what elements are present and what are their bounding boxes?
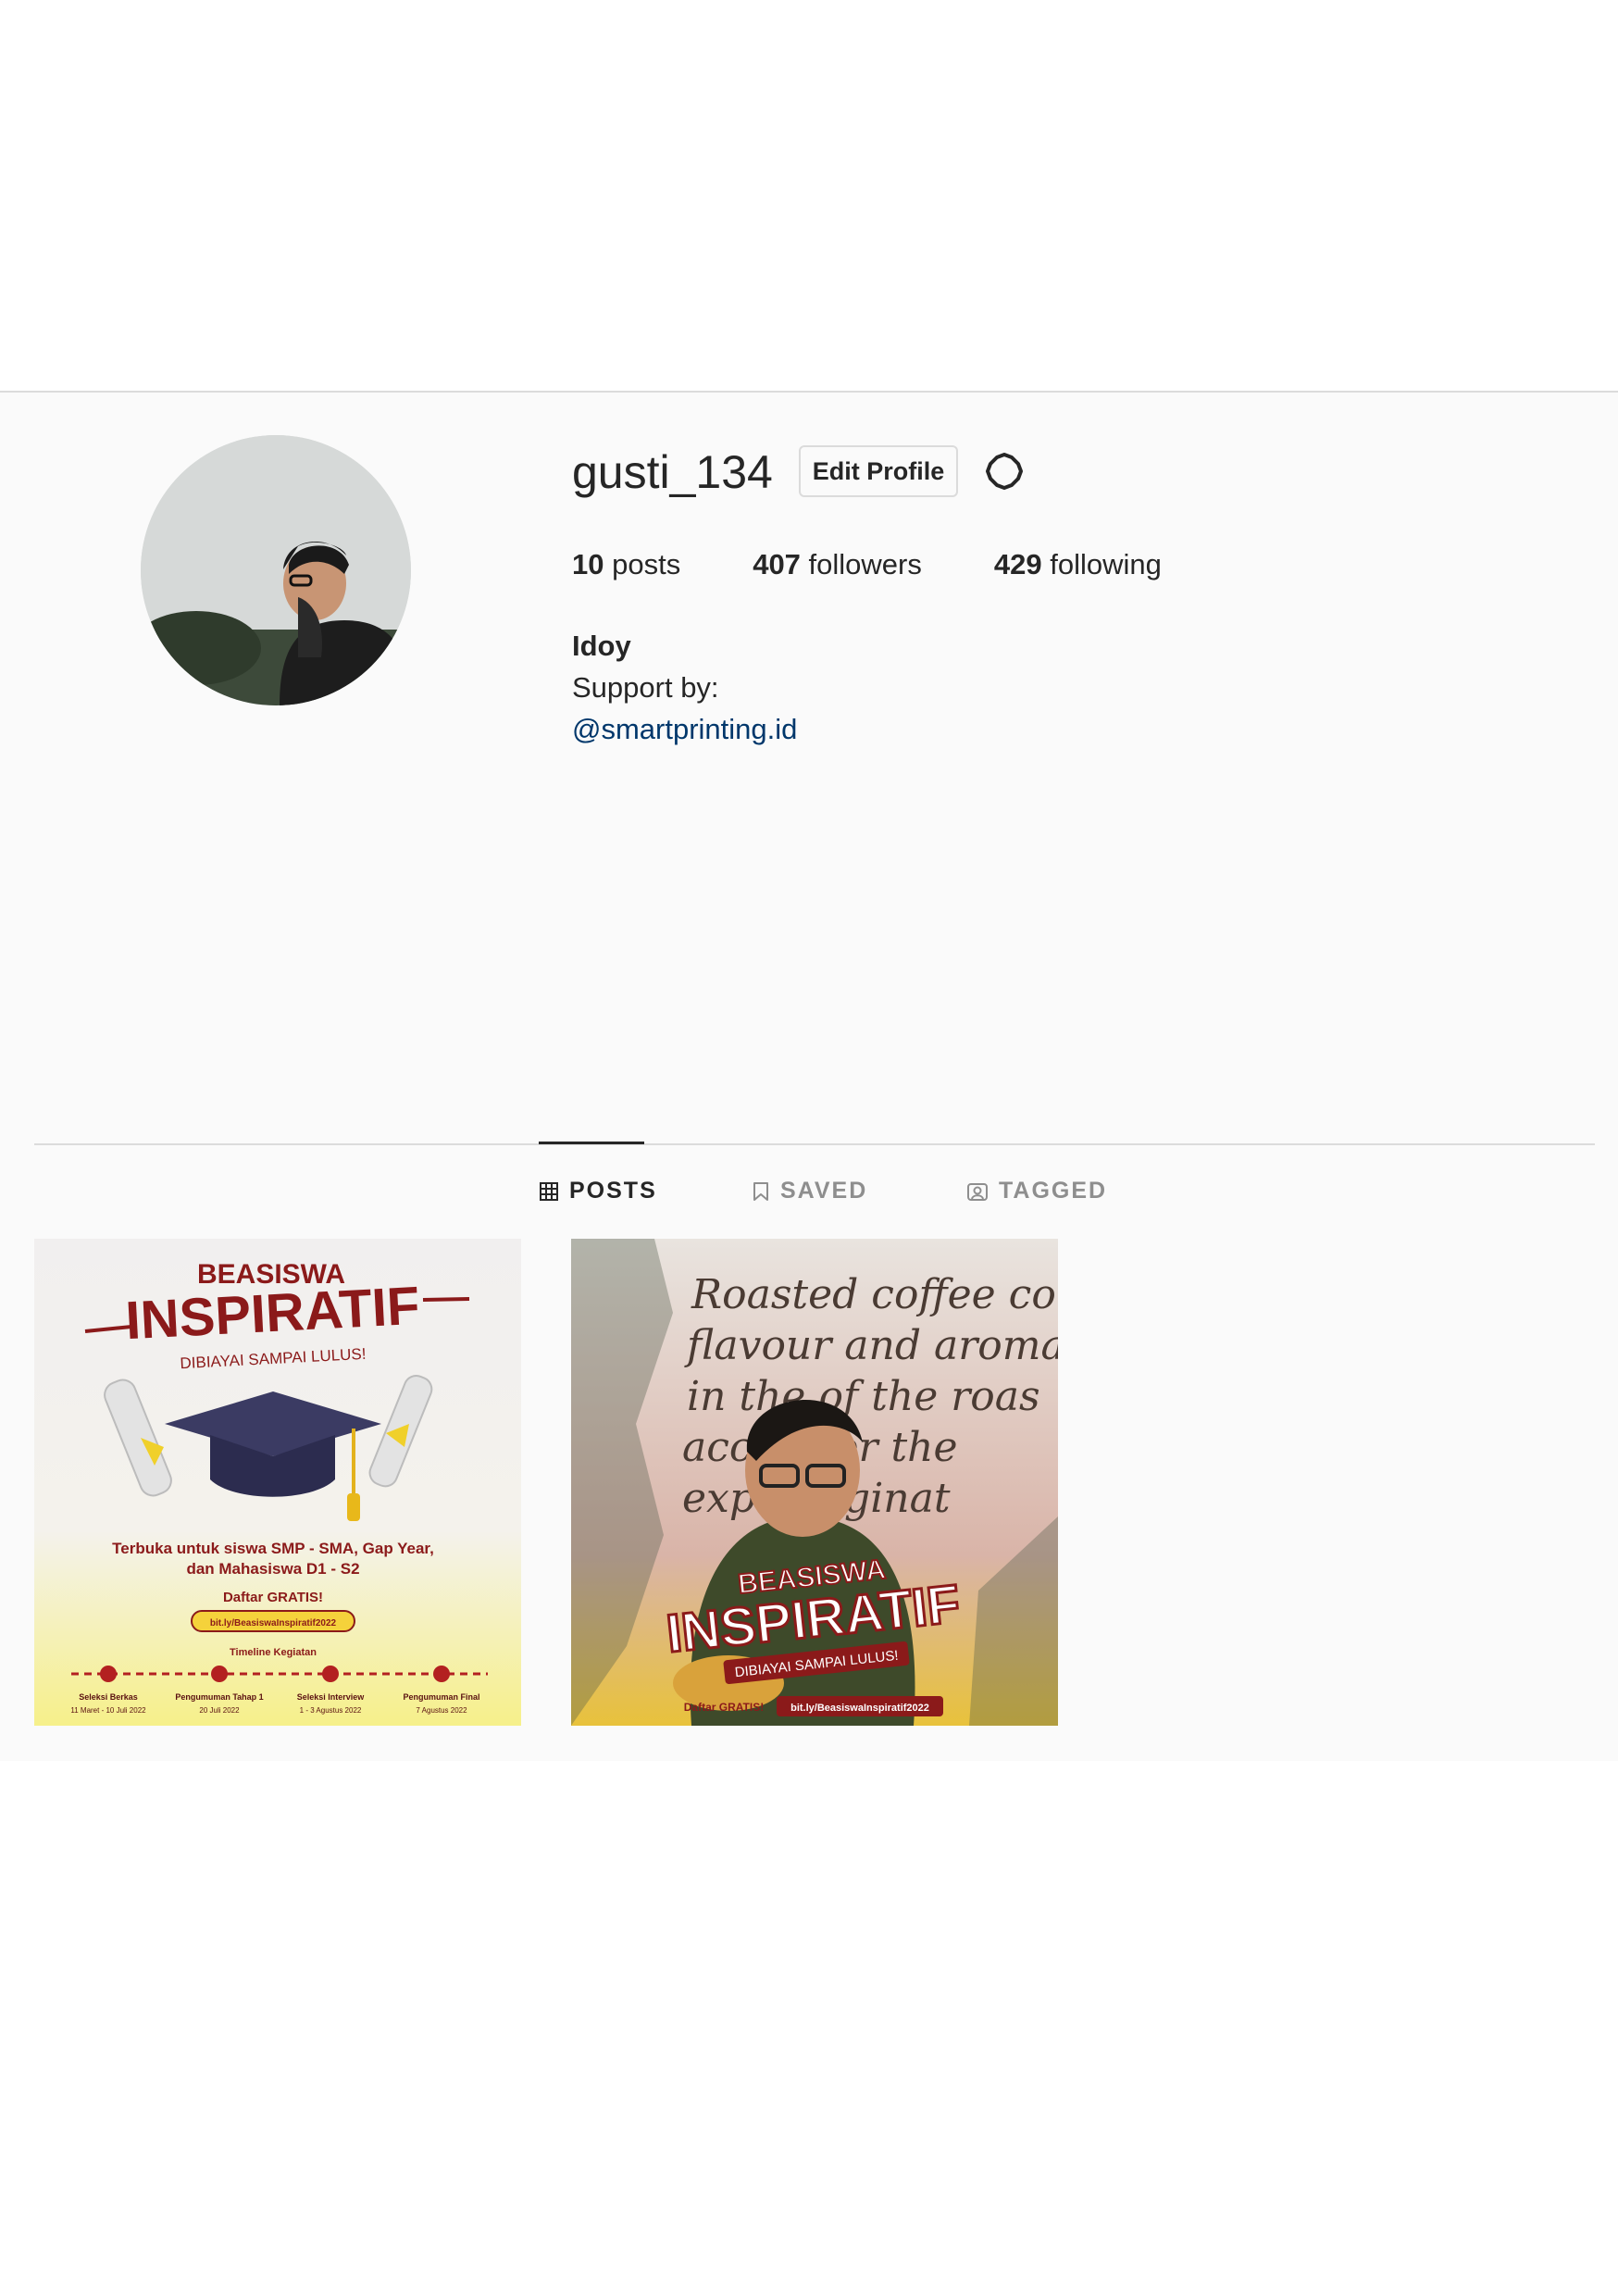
gear-icon[interactable]	[983, 450, 1026, 493]
following-count-value: 429	[993, 548, 1042, 580]
tab-posts-label: POSTS	[569, 1178, 657, 1204]
timeline-step-date: 20 Juli 2022	[199, 1706, 240, 1715]
post-thumbnail[interactable]: BEASISWA INSPIRATIF DIBIAYAI SAMPAI LULU…	[34, 1239, 521, 1726]
poster-daftar: Daftar GRATIS!	[223, 1590, 323, 1605]
overlay-link: bit.ly/BeasiswaInspiratif2022	[790, 1703, 929, 1714]
timeline-step-name: Pengumuman Tahap 1	[175, 1692, 263, 1702]
following-count-label: following	[1041, 548, 1162, 580]
tabs-divider	[34, 1143, 1595, 1145]
avatar-photo	[141, 435, 411, 705]
post-thumbnail[interactable]: Roasted coffee contains ove flavour and …	[571, 1239, 1058, 1726]
wall-text: in the of the roas	[687, 1373, 1040, 1420]
avatar[interactable]	[141, 435, 411, 705]
poster-timeline-label: Timeline Kegiatan	[230, 1647, 317, 1658]
tab-saved[interactable]: SAVED	[753, 1178, 867, 1204]
poster-text-line1: Terbuka untuk siswa SMP - SMA, Gap Year,	[112, 1540, 434, 1557]
poster-link: bit.ly/BeasiswaInspiratif2022	[210, 1618, 337, 1628]
timeline-step-name: Seleksi Berkas	[79, 1692, 138, 1702]
tab-saved-label: SAVED	[780, 1178, 868, 1204]
timeline-step-date: 7 Agustus 2022	[416, 1706, 467, 1715]
bio-text: Support by:	[572, 671, 719, 704]
poster-text-line2: dan Mahasiswa D1 - S2	[186, 1560, 359, 1578]
post-image-beasiswa-poster: BEASISWA INSPIRATIF DIBIAYAI SAMPAI LULU…	[34, 1239, 521, 1726]
posts-count[interactable]: 10 posts	[572, 548, 680, 581]
grid-icon	[540, 1181, 558, 1201]
username: gusti_134	[572, 446, 773, 498]
tab-tagged-label: TAGGED	[999, 1178, 1108, 1204]
tab-posts[interactable]: POSTS	[540, 1178, 657, 1204]
timeline-step-date: 11 Maret - 10 Juli 2022	[70, 1706, 146, 1715]
followers-count-value: 407	[753, 548, 801, 580]
wall-text: Roasted coffee contains ove	[691, 1271, 1058, 1318]
overlay-daftar: Daftar GRATIS!	[684, 1701, 764, 1714]
tag-person-icon	[967, 1182, 988, 1201]
timeline-step-name: Seleksi Interview	[297, 1692, 366, 1702]
bio-mention-link[interactable]: @smartprinting.id	[572, 713, 797, 746]
followers-count-label: followers	[800, 548, 922, 580]
tab-tagged[interactable]: TAGGED	[967, 1178, 1107, 1204]
bookmark-icon	[753, 1181, 768, 1201]
following-count[interactable]: 429 following	[994, 548, 1162, 581]
post-image-beasiswa-photo: Roasted coffee contains ove flavour and …	[571, 1239, 1058, 1726]
wall-text: flavour and aroma compo	[684, 1322, 1058, 1369]
timeline-step-name: Pengumuman Final	[403, 1692, 479, 1702]
edit-profile-button[interactable]: Edit Profile	[799, 445, 958, 497]
timeline-step-date: 1 - 3 Agustus 2022	[300, 1706, 362, 1715]
posts-count-value: 10	[572, 548, 604, 580]
bio-name: Idoy	[572, 630, 631, 662]
posts-count-label: posts	[604, 548, 681, 580]
followers-count[interactable]: 407 followers	[753, 548, 922, 581]
active-tab-indicator	[539, 1142, 644, 1144]
profile-stats: 10 posts 407 followers 429 following	[572, 548, 1234, 581]
